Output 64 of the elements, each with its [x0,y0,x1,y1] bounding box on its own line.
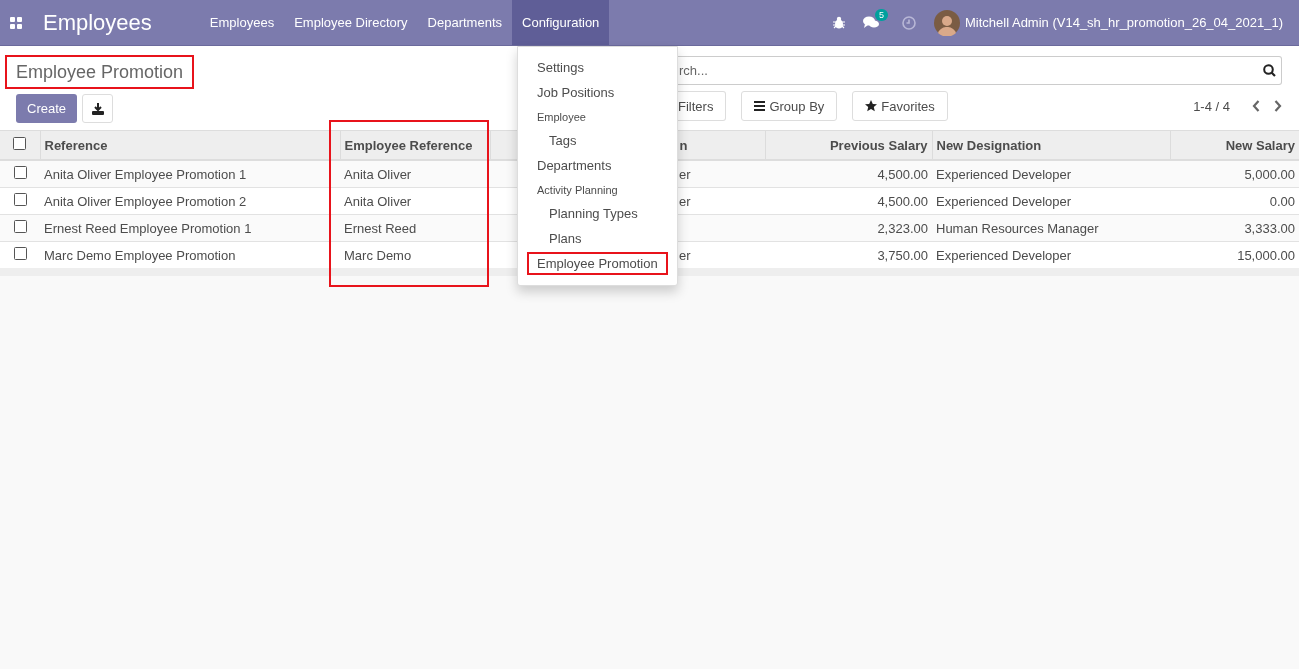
table-cell: 3,333.00 [1244,220,1295,236]
group-by-button[interactable]: Group By [741,91,838,121]
table-cell: er [679,247,691,263]
search-icon[interactable] [1263,64,1276,77]
user-name[interactable]: Mitchell Admin (V14_sh_hr_promotion_26_04_2021_1) [965,15,1283,30]
table-cell: Anita Oliver [344,166,412,182]
chevron-left-icon[interactable] [1252,100,1260,112]
table-cell: Marc Demo [344,247,412,263]
table-cell: Experienced Developer [936,166,1072,182]
table-cell: 3,750.00 [877,247,928,263]
menu-item[interactable]: Employee Promotion [526,251,669,276]
menu-item[interactable]: Settings [518,55,677,80]
page-title: Employee Promotion [7,57,193,87]
checkbox[interactable] [13,220,27,233]
checkbox[interactable] [13,193,27,206]
table-cell: 4,500.00 [877,193,928,209]
table-cell: Ernest Reed [344,220,417,236]
menu-item[interactable]: Employee Directory [284,0,418,45]
table-cell: Anita Oliver Employee Promotion 2 [44,193,247,209]
menu-item[interactable]: Departments [417,0,512,45]
message-count-badge: 5 [875,9,888,21]
table-cell: er [679,193,691,209]
pager-value: 1-4 / 4 [1193,98,1230,114]
table-cell: Human Resources Manager [936,220,1099,236]
chevron-right-icon[interactable] [1274,100,1282,112]
table-cell: 2,323.00 [877,220,928,236]
checkbox[interactable] [13,137,27,150]
menu-item[interactable]: Employees [199,0,285,45]
menu-item[interactable]: Plans [518,226,677,251]
table-cell: Ernest Reed Employee Promotion 1 [44,220,252,236]
download-icon [91,102,104,115]
table-cell: er [679,166,691,182]
apps-grid-icon[interactable] [10,16,22,29]
checkbox[interactable] [13,247,27,260]
chat-icon[interactable] [863,16,880,29]
avatar-icon[interactable] [934,9,960,36]
table-cell: 15,000.00 [1237,247,1295,263]
favorites-button[interactable]: Favorites [852,91,948,121]
search-field[interactable]: rch... [678,56,1282,85]
table-cell: 4,500.00 [877,166,928,182]
column-header[interactable]: Reference [44,137,108,153]
table-cell: Experienced Developer [936,193,1072,209]
table-cell: 0.00 [1269,193,1295,209]
list-icon [754,101,766,111]
menu-item[interactable]: Job Positions [518,80,677,105]
table-cell: Experienced Developer [936,247,1072,263]
table-cell: Marc Demo Employee Promotion [44,247,236,263]
menu-section-header: Employee [536,109,587,125]
create-button[interactable]: Create [16,94,78,123]
column-header[interactable]: n [679,137,688,153]
menu-item[interactable]: Configuration [512,0,610,45]
bug-icon[interactable] [833,16,845,29]
menu-item[interactable]: Planning Types [518,201,677,226]
app-title: Employees [43,9,152,36]
download-button[interactable] [82,94,114,123]
menu-section-header: Activity Planning [536,182,619,198]
menu-item[interactable]: Departments [518,153,677,178]
checkbox[interactable] [13,166,27,179]
star-icon [865,100,878,112]
menu-item[interactable]: Tags [518,128,677,153]
table-cell: Anita Oliver [344,193,412,209]
filters-button[interactable]: Filters [678,91,727,121]
table-cell: Anita Oliver Employee Promotion 1 [44,166,247,182]
table-cell: 5,000.00 [1244,166,1295,182]
